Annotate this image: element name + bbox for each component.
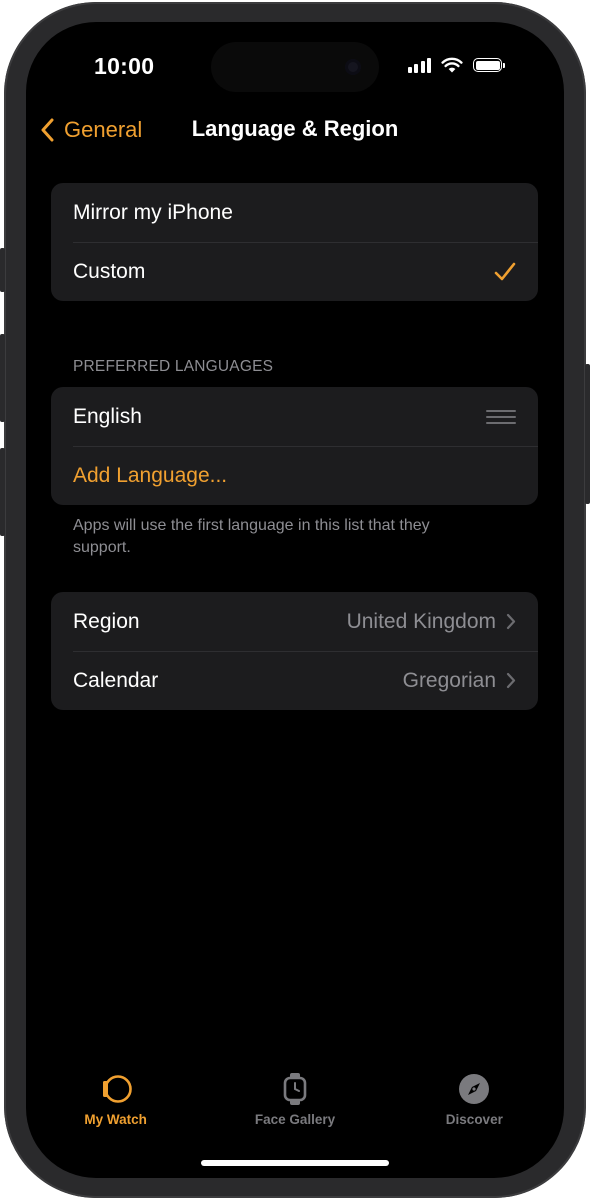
add-language-label: Add Language... xyxy=(73,463,228,487)
chevron-right-icon xyxy=(506,613,516,630)
calendar-value: Gregorian xyxy=(402,668,496,692)
watch-face-icon xyxy=(283,1073,307,1105)
volume-up-button xyxy=(0,334,5,422)
region-value: United Kingdom xyxy=(346,609,496,633)
compass-icon xyxy=(459,1074,490,1104)
checkmark-icon xyxy=(494,262,516,280)
languages-footer-note: Apps will use the first language in this… xyxy=(73,517,430,556)
wifi-icon xyxy=(441,57,463,73)
calendar-label: Calendar xyxy=(73,668,159,692)
page-title: Language & Region xyxy=(191,116,399,141)
region-label: Region xyxy=(73,609,140,633)
reorder-handle-icon[interactable] xyxy=(486,409,516,424)
mirror-iphone-option[interactable]: Mirror my iPhone xyxy=(51,183,538,242)
tab-label: My Watch xyxy=(84,1112,147,1127)
battery-icon xyxy=(473,58,505,72)
action-button xyxy=(0,248,5,292)
cellular-signal-icon xyxy=(407,57,431,73)
tab-label: Discover xyxy=(445,1112,503,1127)
screen: 10:00 General Language & Region Mirror m… xyxy=(26,22,564,1178)
calendar-row[interactable]: Calendar Gregorian xyxy=(51,651,538,710)
status-icons xyxy=(407,57,505,73)
tab-my-watch[interactable]: My Watch xyxy=(26,1072,205,1132)
custom-label: Custom xyxy=(73,259,146,283)
preferred-languages-header: PREFERRED LANGUAGES xyxy=(73,358,274,375)
camera-icon xyxy=(345,59,361,75)
home-indicator[interactable] xyxy=(201,1160,389,1166)
tab-face-gallery[interactable]: Face Gallery xyxy=(205,1072,384,1132)
power-button xyxy=(585,364,590,504)
tab-discover[interactable]: Discover xyxy=(385,1072,564,1132)
mirror-iphone-label: Mirror my iPhone xyxy=(73,200,233,224)
my-watch-icon xyxy=(102,1075,132,1103)
custom-option[interactable]: Custom xyxy=(51,242,538,301)
language-row-english[interactable]: English xyxy=(51,387,538,446)
tab-bar: My Watch Face Gallery Discover xyxy=(26,1072,564,1132)
language-label: English xyxy=(73,404,142,428)
region-group: Region United Kingdom Calendar Gregorian xyxy=(51,592,538,710)
preferred-languages-group: English Add Language... xyxy=(51,387,538,505)
volume-down-button xyxy=(0,448,5,536)
region-row[interactable]: Region United Kingdom xyxy=(51,592,538,651)
status-time: 10:00 xyxy=(94,53,155,79)
language-mode-group: Mirror my iPhone Custom xyxy=(51,183,538,301)
add-language-button[interactable]: Add Language... xyxy=(51,446,538,505)
chevron-right-icon xyxy=(506,672,516,689)
tab-label: Face Gallery xyxy=(254,1112,336,1127)
dynamic-island xyxy=(211,42,379,92)
